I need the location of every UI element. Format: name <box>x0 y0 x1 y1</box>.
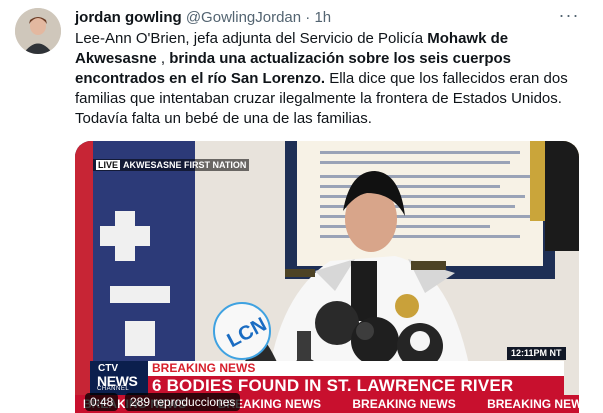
video-duration: 0:48 <box>85 393 119 411</box>
ticker-text-4: BREAKING NEWS <box>487 397 579 411</box>
news-lower-third: CTV NEWS CHANNEL BREAKING NEWS 6 BODIES … <box>90 361 564 395</box>
tweet-text-part-1: Lee-Ann O'Brien, jefa adjunta del Servic… <box>75 30 428 47</box>
tweet-header: jordan gowling @GowlingJordan · 1h <box>75 8 583 28</box>
broadcast-time: 12:11PM NT <box>507 347 566 360</box>
view-count: 289 reproducciones <box>125 393 241 411</box>
breaking-news-label: BREAKING NEWS <box>148 361 564 376</box>
tweet-text: Lee-Ann O'Brien, jefa adjunta del Servic… <box>75 29 591 129</box>
live-indicator: LIVE AKWESASNE FIRST NATION <box>93 159 250 171</box>
location-label: AKWESASNE FIRST NATION <box>123 160 247 170</box>
author-handle[interactable]: @GowlingJordan <box>186 9 301 26</box>
avatar[interactable] <box>15 8 61 54</box>
live-label: LIVE <box>96 160 121 170</box>
video-player[interactable]: LCN cbc news LIVE AKWESASNE FIRST NATION… <box>75 141 579 413</box>
more-options-button[interactable]: ··· <box>557 6 581 28</box>
brand-channel: CHANNEL <box>97 386 130 392</box>
separator-dot: · <box>305 9 311 26</box>
ctv-news-channel-logo: CTV NEWS CHANNEL <box>90 361 148 395</box>
author-name[interactable]: jordan gowling <box>75 9 182 26</box>
tweet-time[interactable]: 1h <box>314 9 331 26</box>
tweet-text-part-2: , <box>156 50 170 67</box>
ticker-text-3: BREAKING NEWS <box>352 397 456 411</box>
